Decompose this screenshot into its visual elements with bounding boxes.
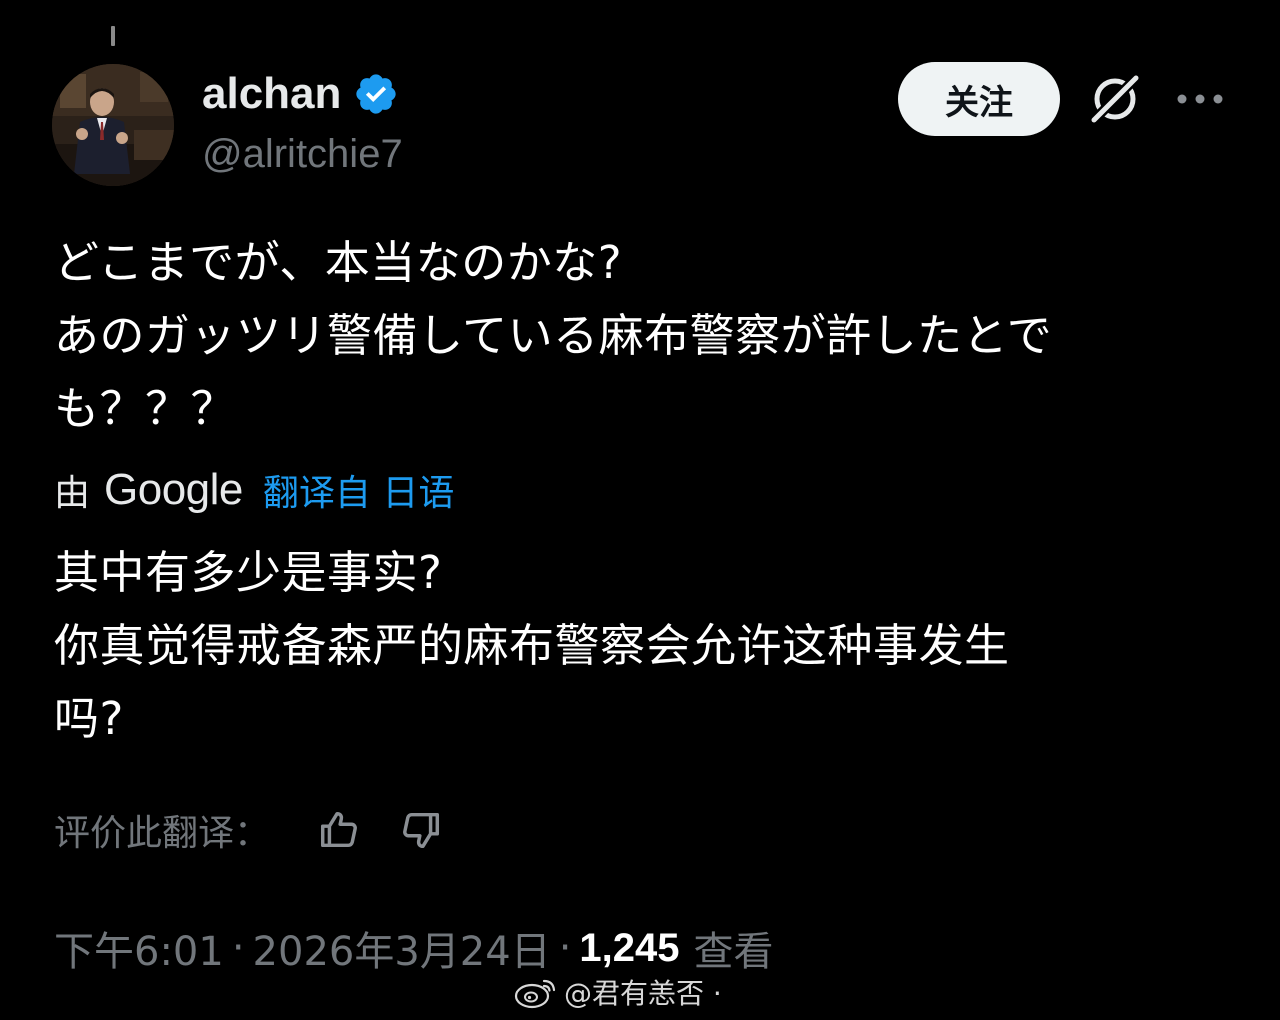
thumbs-down-icon[interactable] [398,807,444,853]
verified-badge-icon [356,74,397,114]
post-original-text: どこまでが、本当なのかな? あのガッツリ警備している麻布警察が許したとで も？？… [54,236,1053,435]
weibo-watermark: @君有恙否 · [514,972,722,1012]
translated-from-link[interactable]: 翻译自 日语 [263,464,454,516]
views-label[interactable]: 查看 [694,919,774,977]
follow-button[interactable]: 关注 [898,62,1060,136]
display-name[interactable]: alchan [202,66,341,122]
post-translated-text: 其中有多少是事实? 你真觉得戒备森严的麻布警察会允许这种事发生 吗? [54,546,1010,745]
translated-by-label: 由 [54,473,91,514]
post-meta: 下午6:01 · 2026年3月24日 · 1,245 查看 [54,918,774,978]
more-icon[interactable] [1176,84,1224,114]
views-count[interactable]: 1,245 [579,926,679,971]
avatar[interactable] [52,64,174,186]
translation-attribution: 由 Google 翻译自 日语 [54,462,454,518]
author-name-row[interactable]: alchan [202,66,399,122]
watermark-text: @君有恙否 · [564,977,722,1010]
thumbs-up-icon[interactable] [316,807,362,853]
grok-icon[interactable] [1086,70,1144,128]
top-edge-marker [111,26,115,46]
rate-translation-row: 评价此翻译： [54,802,444,858]
meta-separator: · [558,925,572,971]
rate-translation-label: 评价此翻译： [54,813,271,854]
weibo-logo-icon [514,979,556,1009]
avatar-image [52,64,174,186]
post-time[interactable]: 下午6:01 [54,919,224,977]
post-date[interactable]: 2026年3月24日 [253,919,551,977]
google-logo: Google [104,465,243,514]
author-handle[interactable]: @alritchie7 [202,128,403,180]
meta-separator: · [231,925,245,971]
